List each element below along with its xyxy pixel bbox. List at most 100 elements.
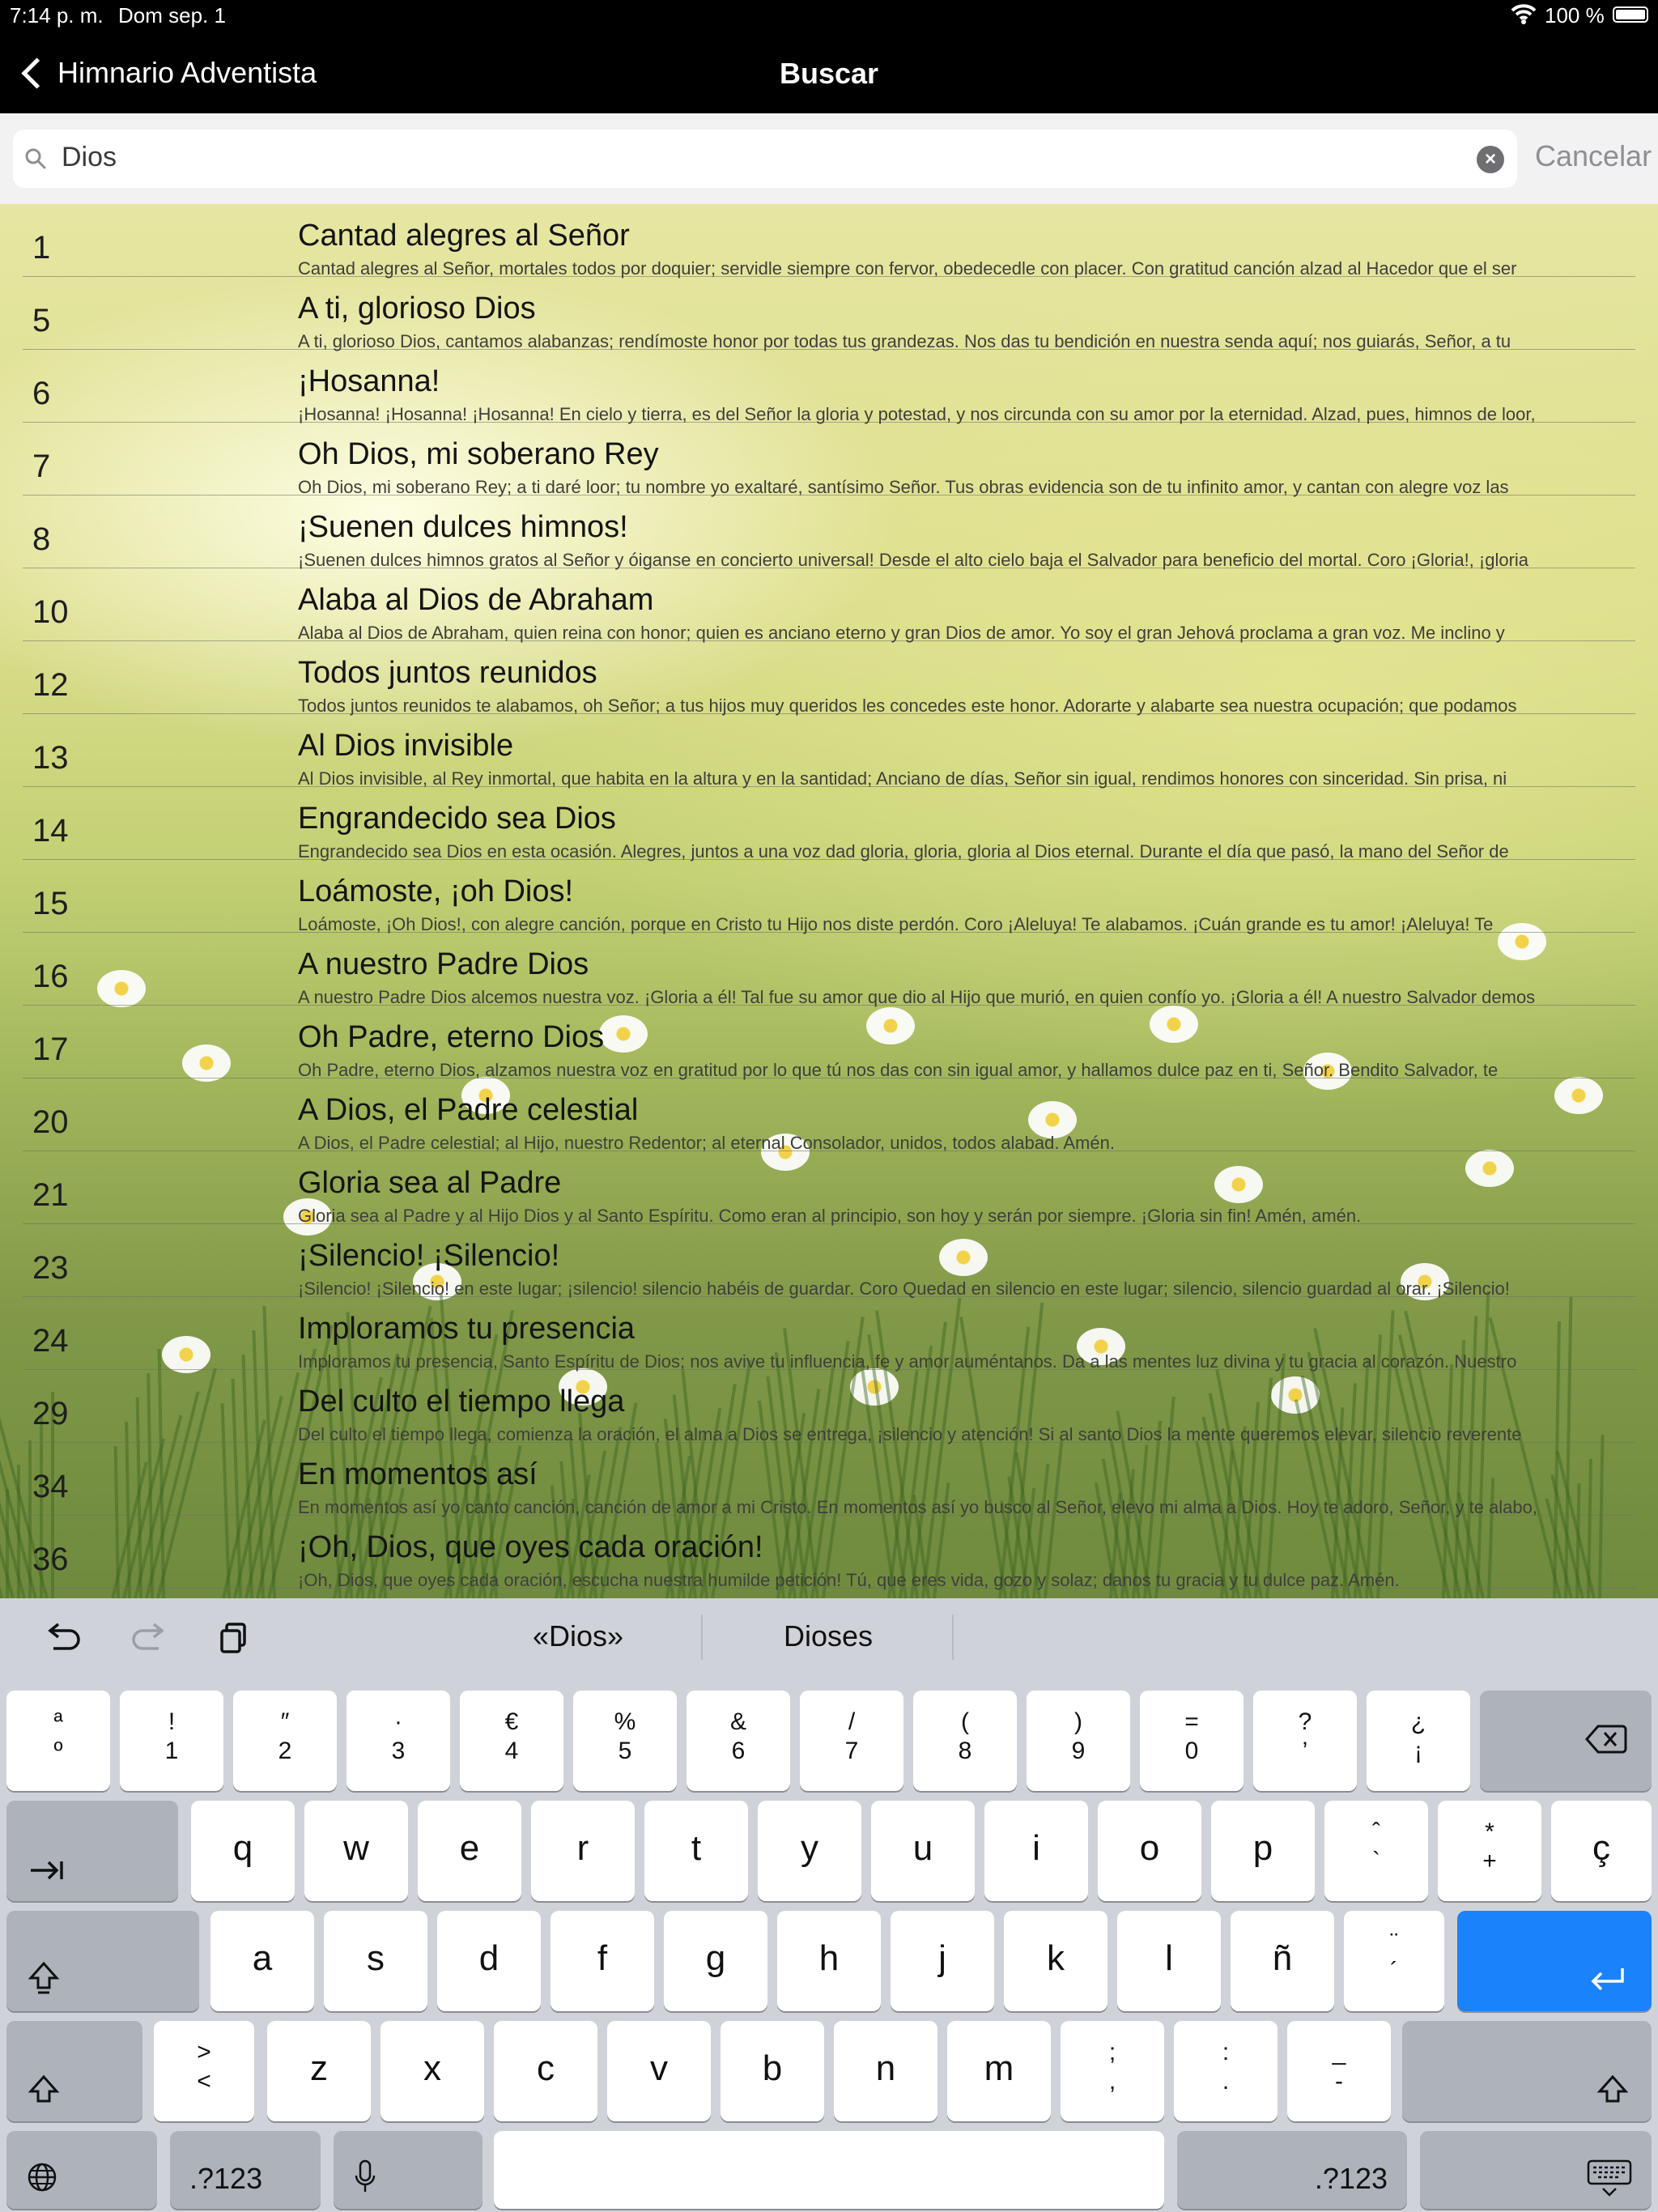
diaeresis-key[interactable]: ¨ ´ — [1344, 1911, 1444, 2011]
letter-key-p[interactable]: p — [1211, 1801, 1315, 1901]
letter-key-x[interactable]: x — [380, 2021, 484, 2121]
hymn-title: A nuestro Padre Dios — [298, 947, 589, 981]
letter-key-u[interactable]: u — [871, 1801, 975, 1901]
letter-key-q[interactable]: q — [191, 1801, 295, 1901]
tab-key[interactable] — [6, 1801, 178, 1901]
hymn-row[interactable]: 16 A nuestro Padre Dios A nuestro Padre Di… — [23, 933, 1635, 1007]
hymn-row[interactable]: 6 ¡Hosanna! ¡Hosanna! ¡Hosanna! ¡Hosanna! … — [23, 350, 1635, 424]
letter-key-i[interactable]: i — [984, 1801, 1088, 1901]
number-key[interactable]: ªº — [6, 1691, 110, 1791]
key-top-char: * — [1485, 1819, 1494, 1845]
letter-key-h[interactable]: h — [777, 1911, 881, 2011]
letter-key-a[interactable]: a — [210, 1911, 314, 2011]
status-date: Dom sep. 1 — [118, 3, 226, 28]
hymn-row[interactable]: 10 Alaba al Dios de Abraham Alaba al Dios … — [23, 568, 1635, 643]
hide-keyboard-key[interactable] — [1420, 2131, 1652, 2209]
search-value[interactable]: Dios — [62, 142, 117, 173]
number-key[interactable]: ! 1 — [120, 1691, 223, 1791]
letter-key-d[interactable]: d — [437, 1911, 541, 2011]
hymn-row[interactable]: 20 A Dios, el Padre celestial A Dios, el P… — [23, 1078, 1635, 1153]
hymn-row[interactable]: 24 Imploramos tu presencia Imploramos tu p… — [23, 1297, 1635, 1372]
hymn-row[interactable]: 21 Gloria sea al Padre Gloria sea al Padre… — [23, 1151, 1635, 1226]
delete-key[interactable] — [1480, 1691, 1652, 1791]
suggestion-2[interactable]: Dioses — [784, 1619, 873, 1653]
clipboard-icon[interactable] — [219, 1621, 257, 1655]
shift-key-right[interactable] — [1402, 2021, 1652, 2121]
letter-key-ñ[interactable]: ñ — [1231, 1911, 1334, 2011]
hymn-row[interactable]: 29 Del culto el tiempo llega Del culto el … — [23, 1370, 1635, 1444]
letter-key-g[interactable]: g — [664, 1911, 767, 2011]
letter-key-f[interactable]: f — [551, 1911, 654, 2011]
number-key[interactable]: €4 — [460, 1691, 563, 1791]
letter-key-o[interactable]: o — [1098, 1801, 1201, 1901]
symbol-key[interactable]: * + — [1438, 1801, 1541, 1901]
hymn-row[interactable]: 1 Cantad alegres al Señor Cantad alegres a… — [23, 204, 1635, 279]
key-top-char: = — [1184, 1708, 1199, 1735]
number-key[interactable]: · 3 — [346, 1691, 450, 1791]
letter-key-s[interactable]: s — [324, 1911, 427, 2011]
letter-key-r[interactable]: r — [531, 1801, 635, 1901]
hymn-number: 24 — [32, 1323, 69, 1359]
accent-key[interactable]: ˆ ` — [1324, 1801, 1428, 1901]
angle-brackets-key[interactable]: > < — [154, 2021, 254, 2121]
shift-key-left[interactable] — [6, 2021, 142, 2121]
letter-key-m[interactable]: m — [947, 2021, 1051, 2121]
return-key[interactable] — [1457, 1911, 1652, 2011]
letter-key-b[interactable]: b — [721, 2021, 824, 2121]
hymn-row[interactable]: 23 ¡Silencio! ¡Silencio! ¡Silencio! ¡Silen… — [23, 1224, 1635, 1299]
hymn-row[interactable]: 15 Loámoste, ¡oh Dios! Loámoste, ¡Oh Dios!… — [23, 860, 1635, 934]
hymn-row[interactable]: 8 ¡Suenen dulces himnos! ¡Suenen dulces hi… — [23, 496, 1635, 570]
space-bar[interactable] — [494, 2131, 1164, 2209]
letter-key-n[interactable]: n — [834, 2021, 937, 2121]
search-input[interactable]: Dios × — [13, 130, 1517, 188]
keyboard: «Dios» Dioses ª º! 1 ″ 2 · 3 €4% 5 & 6/7(8) 9 = 0?’ ¿ ¡… — [0, 1598, 1658, 2212]
numbers-key-right[interactable]: .?123 — [1177, 2131, 1407, 2209]
letter-key-l[interactable]: l — [1117, 1911, 1221, 2011]
letter-key-v[interactable]: v — [607, 2021, 711, 2121]
number-key[interactable]: ) 9 — [1027, 1691, 1130, 1791]
number-key[interactable]: % 5 — [573, 1691, 677, 1791]
number-key[interactable]: = 0 — [1140, 1691, 1244, 1791]
number-key[interactable]: ¿ ¡ — [1367, 1691, 1470, 1791]
letter-key-t[interactable]: t — [644, 1801, 748, 1901]
hymn-row[interactable]: 5A ti, glorioso Dios A ti, glorioso Dios,… — [23, 277, 1635, 351]
number-key[interactable]: & 6 — [687, 1691, 790, 1791]
numbers-key-left[interactable]: .?123 — [170, 2131, 321, 2209]
shift-lock-key[interactable] — [6, 1911, 199, 2011]
letter-key-k[interactable]: k — [1004, 1911, 1107, 2011]
number-key[interactable]: /7 — [800, 1691, 903, 1791]
redo-icon[interactable] — [130, 1621, 168, 1655]
undo-icon[interactable] — [44, 1621, 83, 1655]
hymn-row[interactable]: 34 En momentos así En momentos así yo cant… — [23, 1443, 1635, 1517]
hymn-number: 15 — [32, 886, 69, 921]
hymn-row[interactable]: 17 Oh Padre, eterno Dios Oh Padre, eterno … — [23, 1006, 1635, 1080]
letter-key-w[interactable]: w — [304, 1801, 408, 1901]
globe-key[interactable] — [6, 2131, 157, 2209]
hymn-row[interactable]: 14 Engrandecido sea Dios Engrandecido sea … — [23, 787, 1635, 861]
punctuation-key[interactable]: _ - — [1287, 2021, 1391, 2121]
hymn-title: Engrandecido sea Dios — [298, 802, 616, 836]
punctuation-key[interactable]: :. — [1174, 2021, 1278, 2121]
suggestion-1[interactable]: «Dios» — [533, 1619, 623, 1653]
punctuation-key[interactable]: ;, — [1061, 2021, 1164, 2121]
cancel-button[interactable]: Cancelar — [1535, 139, 1652, 173]
hymn-row[interactable]: 7 Oh Dios, mi soberano Rey Oh Dios, mi sob… — [23, 423, 1635, 497]
key-char: c — [537, 2048, 555, 2088]
key-top-char: ! — [168, 1708, 176, 1735]
letter-key-j[interactable]: j — [891, 1911, 994, 2011]
hymn-row[interactable]: 12 Todos juntos reunidos Todos juntos reun… — [23, 641, 1635, 716]
letter-key-c[interactable]: c — [494, 2021, 597, 2121]
number-key[interactable]: (8 — [913, 1691, 1017, 1791]
results-list[interactable]: 1 Cantad alegres al Señor Cantad alegres a… — [0, 204, 1658, 1598]
letter-key-c-cedilla[interactable]: ç — [1551, 1801, 1652, 1901]
number-key[interactable]: ″ 2 — [233, 1691, 337, 1791]
dictation-key[interactable] — [334, 2131, 483, 2209]
number-key[interactable]: ?’ — [1253, 1691, 1357, 1791]
hymn-row[interactable]: 13 Al Dios invisible Al Dios invisible, al… — [23, 714, 1635, 789]
letter-key-z[interactable]: z — [267, 2021, 371, 2121]
letter-key-e[interactable]: e — [418, 1801, 521, 1901]
clear-search-icon[interactable]: × — [1477, 146, 1504, 173]
hymn-number: 17 — [32, 1032, 69, 1067]
hymn-row[interactable]: 36 ¡Oh, Dios, que oyes cada oración! ¡Oh, … — [23, 1516, 1635, 1590]
letter-key-y[interactable]: y — [758, 1801, 861, 1901]
